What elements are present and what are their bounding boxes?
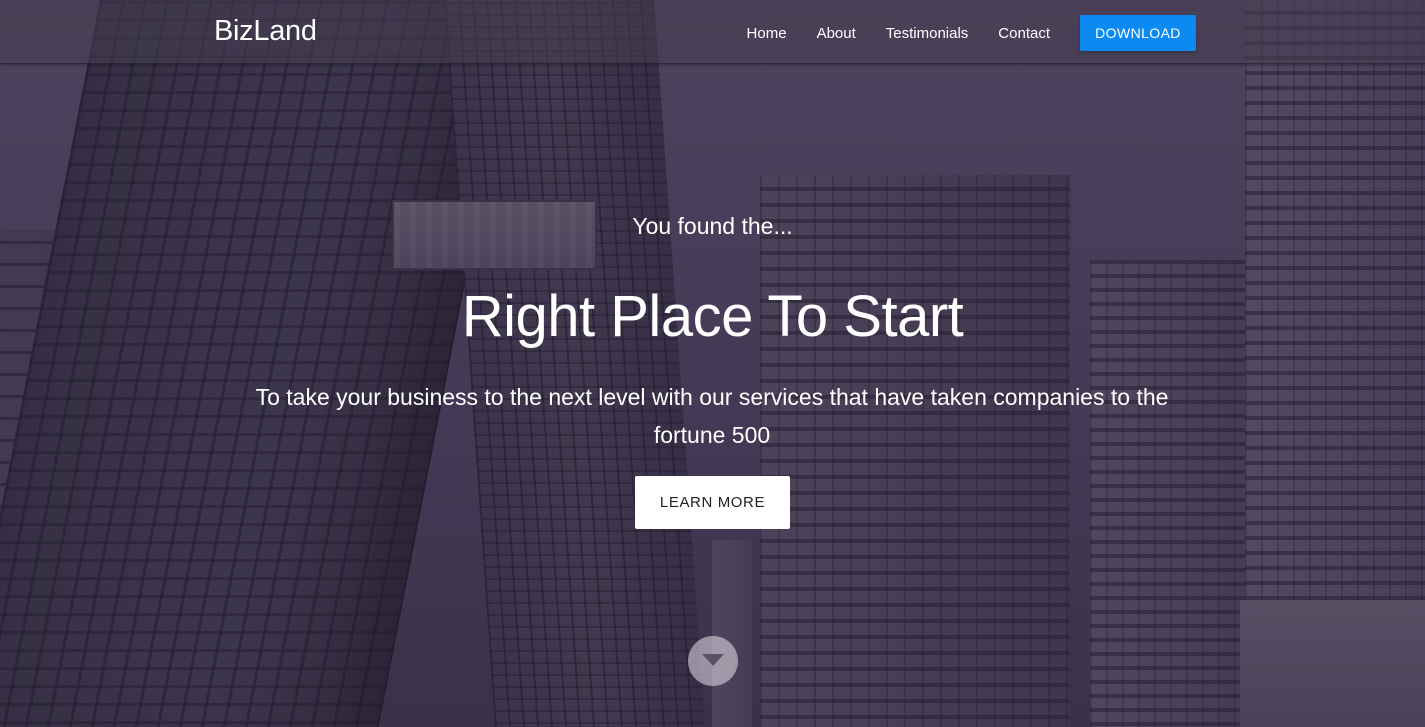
learn-more-button[interactable]: LEARN MORE	[635, 476, 790, 529]
nav-link-testimonials[interactable]: Testimonials	[886, 25, 969, 42]
hero-subtitle: To take your business to the next level …	[255, 384, 1169, 448]
nav-link-home[interactable]: Home	[747, 25, 787, 42]
nav-link-contact[interactable]: Contact	[998, 25, 1050, 42]
nav-links: Home About Testimonials Contact DOWNLOAD	[747, 15, 1196, 51]
hero-color-overlay	[0, 0, 1425, 727]
hero-kicker: You found the...	[632, 213, 793, 239]
chevron-down-icon	[702, 654, 724, 666]
brand-logo[interactable]: BizLand	[214, 15, 317, 48]
top-navbar: BizLand Home About Testimonials Contact …	[0, 0, 1425, 64]
download-button[interactable]: DOWNLOAD	[1080, 15, 1196, 51]
scroll-down-button[interactable]	[688, 636, 738, 686]
hero-section: BizLand Home About Testimonials Contact …	[0, 0, 1425, 727]
nav-link-about[interactable]: About	[817, 25, 856, 42]
hero-headline: Right Place To Start	[461, 284, 964, 349]
